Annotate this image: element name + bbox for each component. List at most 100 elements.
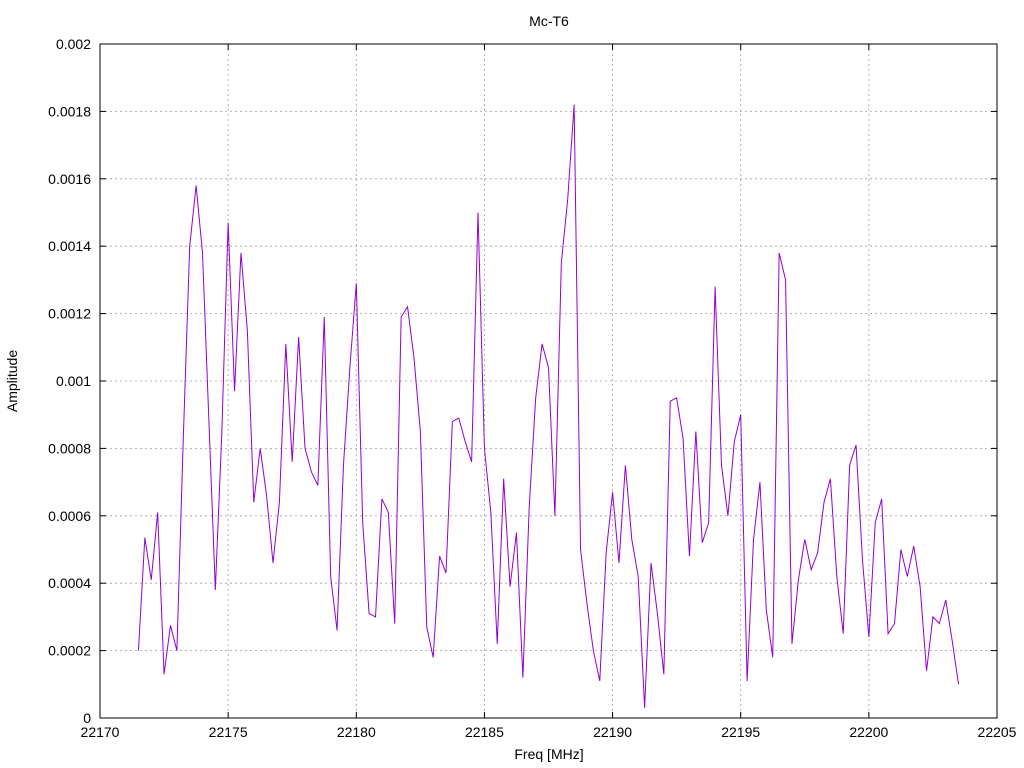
- data-point: [375, 617, 376, 618]
- data-point: [804, 539, 805, 540]
- data-point: [663, 674, 664, 675]
- data-point: [446, 573, 447, 574]
- data-point: [715, 286, 716, 287]
- data-point: [305, 448, 306, 449]
- x-tick-label: 22180: [337, 724, 376, 740]
- data-point: [676, 397, 677, 398]
- x-tick-label: 22200: [849, 724, 888, 740]
- data-point: [234, 391, 235, 392]
- x-tick-label: 22175: [209, 724, 248, 740]
- data-point: [798, 579, 799, 580]
- data-point: [702, 542, 703, 543]
- x-tick-label: 22170: [81, 724, 120, 740]
- data-point: [503, 478, 504, 479]
- data-point: [849, 465, 850, 466]
- data-point: [753, 539, 754, 540]
- data-point: [144, 537, 145, 538]
- y-tick-label: 0.0016: [48, 171, 91, 187]
- y-tick-label: 0.0002: [48, 643, 91, 659]
- data-point: [945, 600, 946, 601]
- data-point: [433, 657, 434, 658]
- data-point: [952, 640, 953, 641]
- data-point: [394, 623, 395, 624]
- data-point: [215, 590, 216, 591]
- y-tick-label: 0.0008: [48, 440, 91, 456]
- x-tick-label: 22185: [465, 724, 504, 740]
- data-point: [683, 438, 684, 439]
- data-point: [926, 670, 927, 671]
- data-point: [317, 485, 318, 486]
- x-tick-label: 22195: [721, 724, 760, 740]
- data-point: [458, 418, 459, 419]
- data-point: [260, 448, 261, 449]
- y-tick-label: 0.0012: [48, 306, 91, 322]
- data-point: [157, 512, 158, 513]
- data-point: [529, 505, 530, 506]
- data-point: [497, 643, 498, 644]
- data-point: [836, 576, 837, 577]
- data-point: [266, 495, 267, 496]
- data-point: [933, 617, 934, 618]
- data-point: [747, 681, 748, 682]
- data-point: [599, 681, 600, 682]
- data-point: [522, 677, 523, 678]
- data-point: [958, 684, 959, 685]
- data-point: [183, 438, 184, 439]
- data-point: [221, 435, 222, 436]
- data-point: [548, 367, 549, 368]
- data-point: [542, 344, 543, 345]
- data-point: [567, 199, 568, 200]
- data-point: [862, 559, 863, 560]
- data-point: [535, 397, 536, 398]
- y-tick-label: 0.0018: [48, 103, 91, 119]
- data-point: [670, 401, 671, 402]
- data-point: [349, 367, 350, 368]
- data-point: [420, 431, 421, 432]
- y-tick-label: 0: [83, 710, 91, 726]
- data-point: [830, 478, 831, 479]
- x-axis-label: Freq [MHz]: [514, 746, 583, 762]
- data-point: [913, 546, 914, 547]
- data-point: [407, 306, 408, 307]
- data-point: [388, 512, 389, 513]
- data-point: [779, 253, 780, 254]
- data-point: [580, 549, 581, 550]
- data-point: [273, 563, 274, 564]
- data-point: [209, 421, 210, 422]
- data-point: [337, 630, 338, 631]
- data-point: [414, 357, 415, 358]
- data-point: [888, 633, 889, 634]
- data-point: [510, 586, 511, 587]
- data-point: [721, 465, 722, 466]
- data-point: [817, 552, 818, 553]
- y-tick-label: 0.0006: [48, 508, 91, 524]
- data-point: [907, 576, 908, 577]
- data-point: [868, 637, 869, 638]
- data-point: [920, 586, 921, 587]
- chart: 22170 22175 22180 22185 22190 22195 22200 22205…: [0, 0, 1024, 768]
- data-point: [708, 522, 709, 523]
- data-point: [439, 556, 440, 557]
- data-point: [939, 623, 940, 624]
- data-point: [606, 552, 607, 553]
- chart-title: Mc-T6: [529, 13, 569, 29]
- data-point: [170, 625, 171, 626]
- data-point: [574, 104, 575, 105]
- data-point: [484, 448, 485, 449]
- data-point: [279, 502, 280, 503]
- data-point: [612, 492, 613, 493]
- data-point: [465, 441, 466, 442]
- data-point: [311, 472, 312, 473]
- data-point: [202, 253, 203, 254]
- data-point: [740, 414, 741, 415]
- data-point: [587, 603, 588, 604]
- data-point: [695, 431, 696, 432]
- data-point: [401, 317, 402, 318]
- data-point: [285, 344, 286, 345]
- data-point: [638, 576, 639, 577]
- data-point: [369, 613, 370, 614]
- data-point: [356, 283, 357, 284]
- y-tick-label: 0.0014: [48, 238, 91, 254]
- data-point: [734, 441, 735, 442]
- data-point: [894, 623, 895, 624]
